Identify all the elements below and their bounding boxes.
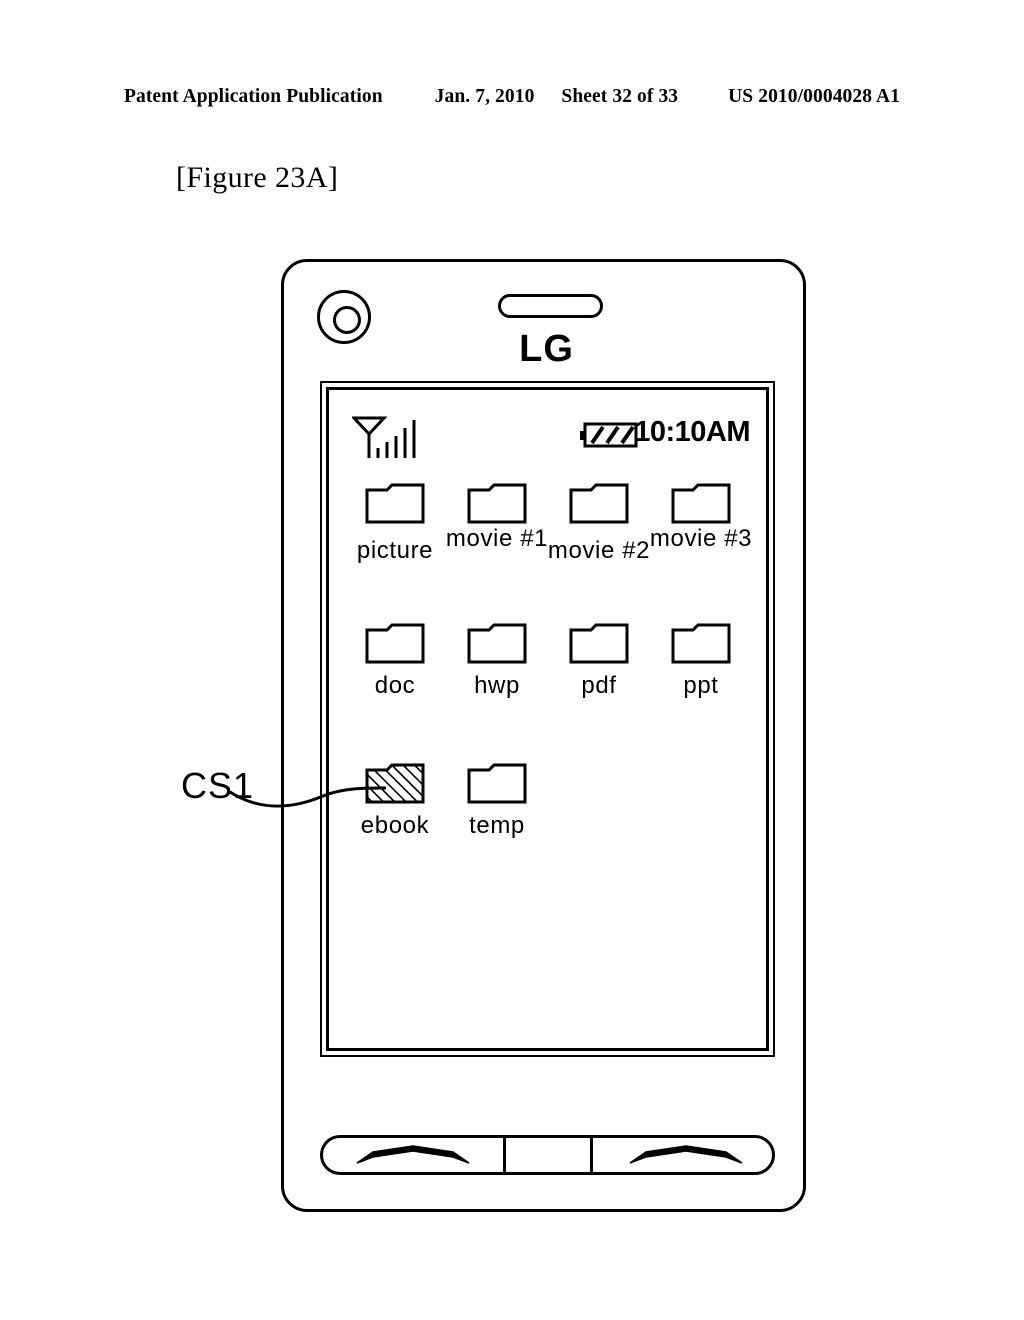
patent-page-header: Patent Application Publication Jan. 7, 2…: [0, 86, 1024, 108]
folder-icon: [569, 483, 629, 524]
publication-title: Patent Application Publication: [123, 86, 383, 107]
folder-label: ppt: [683, 672, 719, 699]
status-bar-clock: 10:10AM: [634, 416, 750, 448]
phone-screen-bezel: 10:10AM picture movie #1 movie #2 movie …: [320, 381, 775, 1057]
folder-label: movie #3: [649, 525, 753, 552]
folder-icon: [569, 623, 629, 664]
hardware-button-bar: [320, 1135, 775, 1175]
right-soft-key[interactable]: [593, 1138, 772, 1172]
folder-icon: [467, 483, 527, 524]
folder-row-1: picture movie #1 movie #2 movie #3: [329, 482, 766, 578]
folder-item-ppt[interactable]: ppt: [649, 622, 753, 698]
folder-item-temp[interactable]: temp: [445, 762, 549, 838]
arc-key-icon: [356, 1145, 470, 1164]
folder-icon: [365, 483, 425, 524]
folder-item-doc[interactable]: doc: [343, 622, 447, 698]
phone-screen: 10:10AM picture movie #1 movie #2 movie …: [326, 387, 769, 1051]
earpiece-speaker-icon: [498, 294, 603, 318]
folder-row-3: ebook temp: [329, 762, 766, 858]
folder-icon: [467, 763, 527, 804]
figure-label: [Figure 23A]: [176, 161, 339, 194]
brand-logo: LG: [519, 328, 574, 370]
mobile-phone-illustration: LG 10:10AM picture movie #1 movie #2 mov…: [281, 259, 806, 1212]
left-soft-key[interactable]: [323, 1138, 503, 1172]
antenna-signal-icon: [352, 416, 416, 458]
folder-icon: [467, 623, 527, 664]
arc-key-icon: [629, 1145, 742, 1164]
battery-icon: [580, 422, 638, 448]
folder-icon: [671, 623, 731, 664]
patent-number: US 2010/0004028 A1: [728, 86, 901, 107]
callout-leader-line: [229, 786, 387, 808]
status-bar: 10:10AM: [329, 410, 766, 458]
folder-icon: [365, 623, 425, 664]
folder-label: hwp: [474, 672, 520, 699]
publication-date: Jan. 7, 2010: [434, 86, 535, 107]
folder-label: temp: [469, 812, 525, 839]
folder-label: pdf: [581, 672, 617, 699]
middle-key[interactable]: [503, 1138, 593, 1172]
folder-row-2: doc hwp pdf ppt: [329, 622, 766, 718]
sheet-number: Sheet 32 of 33: [561, 86, 679, 107]
folder-label: doc: [374, 672, 416, 699]
folder-icon: [671, 483, 731, 524]
folder-item-hwp[interactable]: hwp: [445, 622, 549, 698]
folder-item-movie-3[interactable]: movie #3: [649, 482, 753, 551]
folder-item-pdf[interactable]: pdf: [547, 622, 651, 698]
